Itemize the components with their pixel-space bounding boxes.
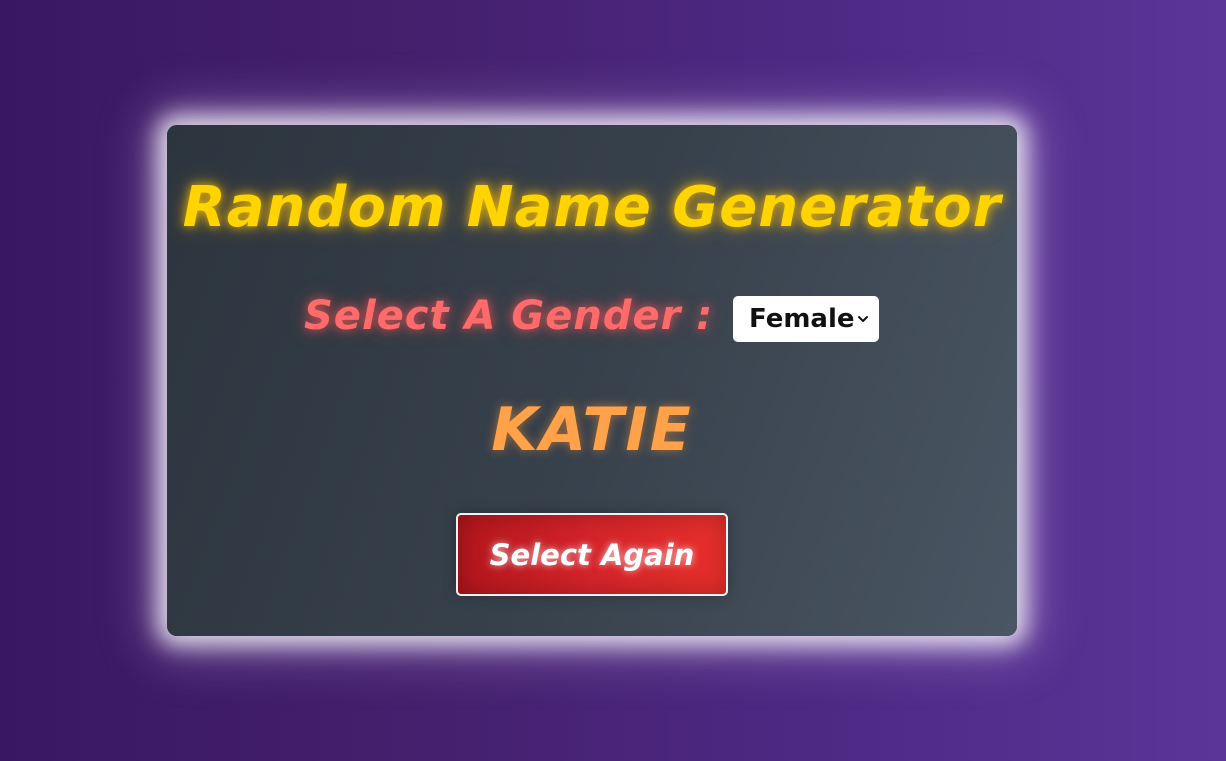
select-again-button[interactable]: Select Again — [456, 513, 728, 596]
generated-name: KATIE — [491, 395, 693, 465]
gender-select[interactable]: Female — [733, 296, 879, 342]
gender-label: Select A Gender : — [304, 293, 714, 339]
page-title: Random Name Generator — [182, 175, 1002, 240]
generator-card: Random Name Generator Select A Gender : … — [167, 125, 1017, 636]
gender-selected-value: Female — [749, 304, 855, 334]
chevron-down-icon — [858, 316, 868, 322]
